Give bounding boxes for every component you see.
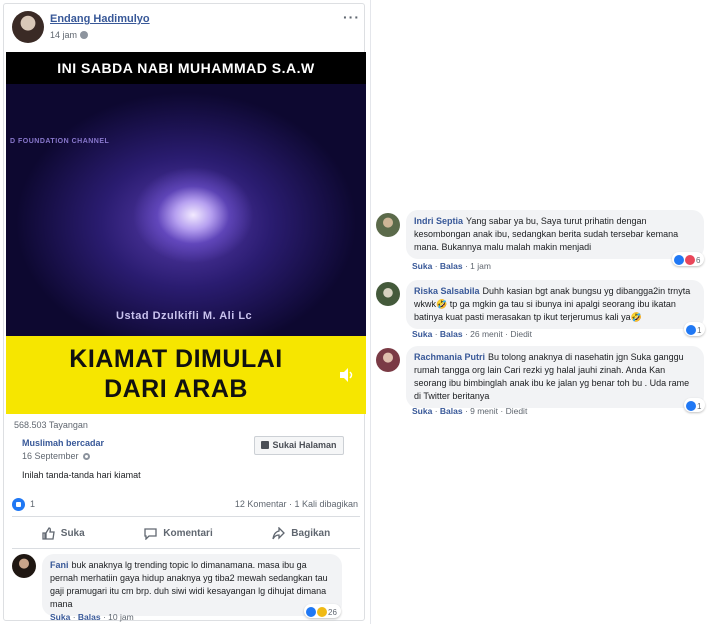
privacy-gear-icon [82, 453, 90, 460]
comments-shares-count[interactable]: 12 Komentar · 1 Kali dibagikan [235, 499, 358, 509]
reaction-count: 1 [697, 325, 702, 335]
comment-icon [144, 527, 157, 540]
comment-time[interactable]: 9 menit [470, 406, 498, 416]
comment-reactions[interactable]: 6 [672, 252, 705, 266]
like-reaction-icon [686, 401, 696, 411]
comment-reactions[interactable]: 1 [684, 322, 706, 336]
view-count: 568.503 Tayangan [14, 420, 88, 430]
post-stats: 1 12 Komentar · 1 Kali dibagikan [12, 498, 362, 512]
commenter-name[interactable]: Riska Salsabila [414, 286, 480, 296]
comment-reactions[interactable]: 26 [304, 604, 341, 618]
comment-bubble: Fani buk anaknya lg trending topic lo dim… [42, 554, 342, 616]
love-reaction-icon [685, 255, 695, 265]
comment-time[interactable]: 26 menit [470, 329, 503, 339]
more-options-icon[interactable]: ··· [343, 9, 360, 25]
like-reaction-icon [686, 325, 696, 335]
comment-reply-link[interactable]: Balas [440, 329, 463, 339]
comment-list: Indri Septia Yang sabar ya bu, Saya turut… [376, 210, 712, 420]
like-reaction-icon [674, 255, 684, 265]
panel-divider [370, 0, 371, 624]
comment-meta: Suka · Balas · 10 jam [50, 612, 134, 622]
headline-line-2: DARI ARAB [104, 375, 248, 403]
author-avatar[interactable] [12, 11, 44, 43]
comment-time[interactable]: 10 jam [108, 612, 134, 622]
like-count[interactable]: 1 [30, 499, 35, 509]
divider [12, 548, 360, 549]
divider [12, 516, 360, 517]
like-page-button[interactable]: Sukai Halaman [254, 436, 344, 455]
post-time-text[interactable]: 14 jam [50, 30, 77, 40]
reaction-count: 6 [696, 255, 701, 265]
comment-like-link[interactable]: Suka [412, 261, 432, 271]
shared-caption: Inilah tanda-tanda hari kiamat [22, 470, 141, 480]
like-reaction-icon[interactable] [12, 498, 25, 511]
comment-bubble: Indri Septia Yang sabar ya bu, Saya turut… [406, 210, 704, 259]
share-icon [272, 526, 286, 540]
video-top-caption: INI SABDA NABI MUHAMMAD S.A.W [6, 52, 366, 84]
video-headline: KIAMAT DIMULAI DARI ARAB [6, 344, 346, 404]
shared-date-text: 16 September [22, 451, 79, 461]
comment-reply-link[interactable]: Balas [440, 406, 463, 416]
comment-text: buk anaknya lg trending topic lo dimanam… [50, 560, 328, 609]
shared-date: 16 September [22, 451, 90, 461]
commenter-avatar[interactable] [376, 282, 400, 306]
comment-reply-link[interactable]: Balas [440, 261, 463, 271]
comment-reactions[interactable]: 1 [684, 398, 706, 412]
commenter-name[interactable]: Fani [50, 560, 69, 570]
video-player[interactable]: INI SABDA NABI MUHAMMAD S.A.W D FOUNDATI… [6, 52, 366, 414]
haha-reaction-icon [317, 607, 327, 617]
commenter-name[interactable]: Indri Septia [414, 216, 463, 226]
reaction-count: 1 [697, 401, 702, 411]
shared-post-info: Muslimah bercadar 16 September Sukai Hal… [14, 434, 354, 490]
comment-reply-link[interactable]: Balas [78, 612, 101, 622]
shared-page-name[interactable]: Muslimah bercadar [22, 438, 104, 448]
comment-bubble: Rachmania Putri Bu tolong anaknya di nase… [406, 346, 704, 408]
commenter-avatar[interactable] [12, 554, 36, 578]
edited-label[interactable]: Diedit [506, 406, 528, 416]
thumbs-up-icon [42, 526, 55, 540]
author-name[interactable]: Endang Hadimulyo [50, 13, 150, 25]
video-bottom-banner: KIAMAT DIMULAI DARI ARAB [6, 336, 366, 414]
commenter-avatar[interactable] [376, 348, 400, 372]
headline-line-1: KIAMAT DIMULAI [69, 345, 283, 373]
post-header: Endang Hadimulyo 14 jam ··· [12, 9, 362, 45]
like-button[interactable]: Suka [42, 522, 85, 544]
comment-meta: Suka · Balas · 26 menit · Diedit [412, 329, 533, 339]
comment-meta: Suka · Balas · 9 menit · Diedit [412, 406, 528, 416]
post-time[interactable]: 14 jam [50, 30, 89, 40]
comment-bubble: Riska Salsabila Duhh kasian bgt anak bung… [406, 280, 704, 329]
like-label: Suka [60, 527, 85, 539]
comment-time[interactable]: 1 jam [470, 261, 491, 271]
like-page-label: Sukai Halaman [272, 440, 337, 450]
post-actions: Suka Komentari Bagikan [12, 522, 360, 544]
comment-like-link[interactable]: Suka [412, 329, 432, 339]
comment-like-link[interactable]: Suka [412, 406, 432, 416]
share-button[interactable]: Bagikan [272, 522, 330, 544]
comment-label: Komentari [163, 527, 213, 539]
video-frame: D FOUNDATION CHANNEL Ustad Dzulkifli M. … [6, 84, 366, 336]
comment-like-link[interactable]: Suka [50, 612, 70, 622]
reaction-count: 26 [328, 607, 337, 617]
channel-watermark: D FOUNDATION CHANNEL [10, 138, 110, 145]
commenter-name[interactable]: Rachmania Putri [414, 352, 485, 362]
comment: Fani buk anaknya lg trending topic lo dim… [12, 554, 357, 622]
speaker-credit: Ustad Dzulkifli M. Ali Lc [116, 310, 253, 322]
like-reaction-icon [306, 607, 316, 617]
comment-meta: Suka · Balas · 1 jam [412, 261, 491, 271]
thumbs-up-icon [261, 441, 270, 449]
comment-button[interactable]: Komentari [144, 522, 213, 544]
share-label: Bagikan [291, 527, 331, 539]
edited-label[interactable]: Diedit [510, 329, 532, 339]
facebook-post: Endang Hadimulyo 14 jam ··· INI SABDA NA… [3, 3, 366, 622]
commenter-avatar[interactable] [376, 213, 400, 237]
globe-icon [80, 31, 89, 39]
volume-icon[interactable] [338, 366, 356, 384]
